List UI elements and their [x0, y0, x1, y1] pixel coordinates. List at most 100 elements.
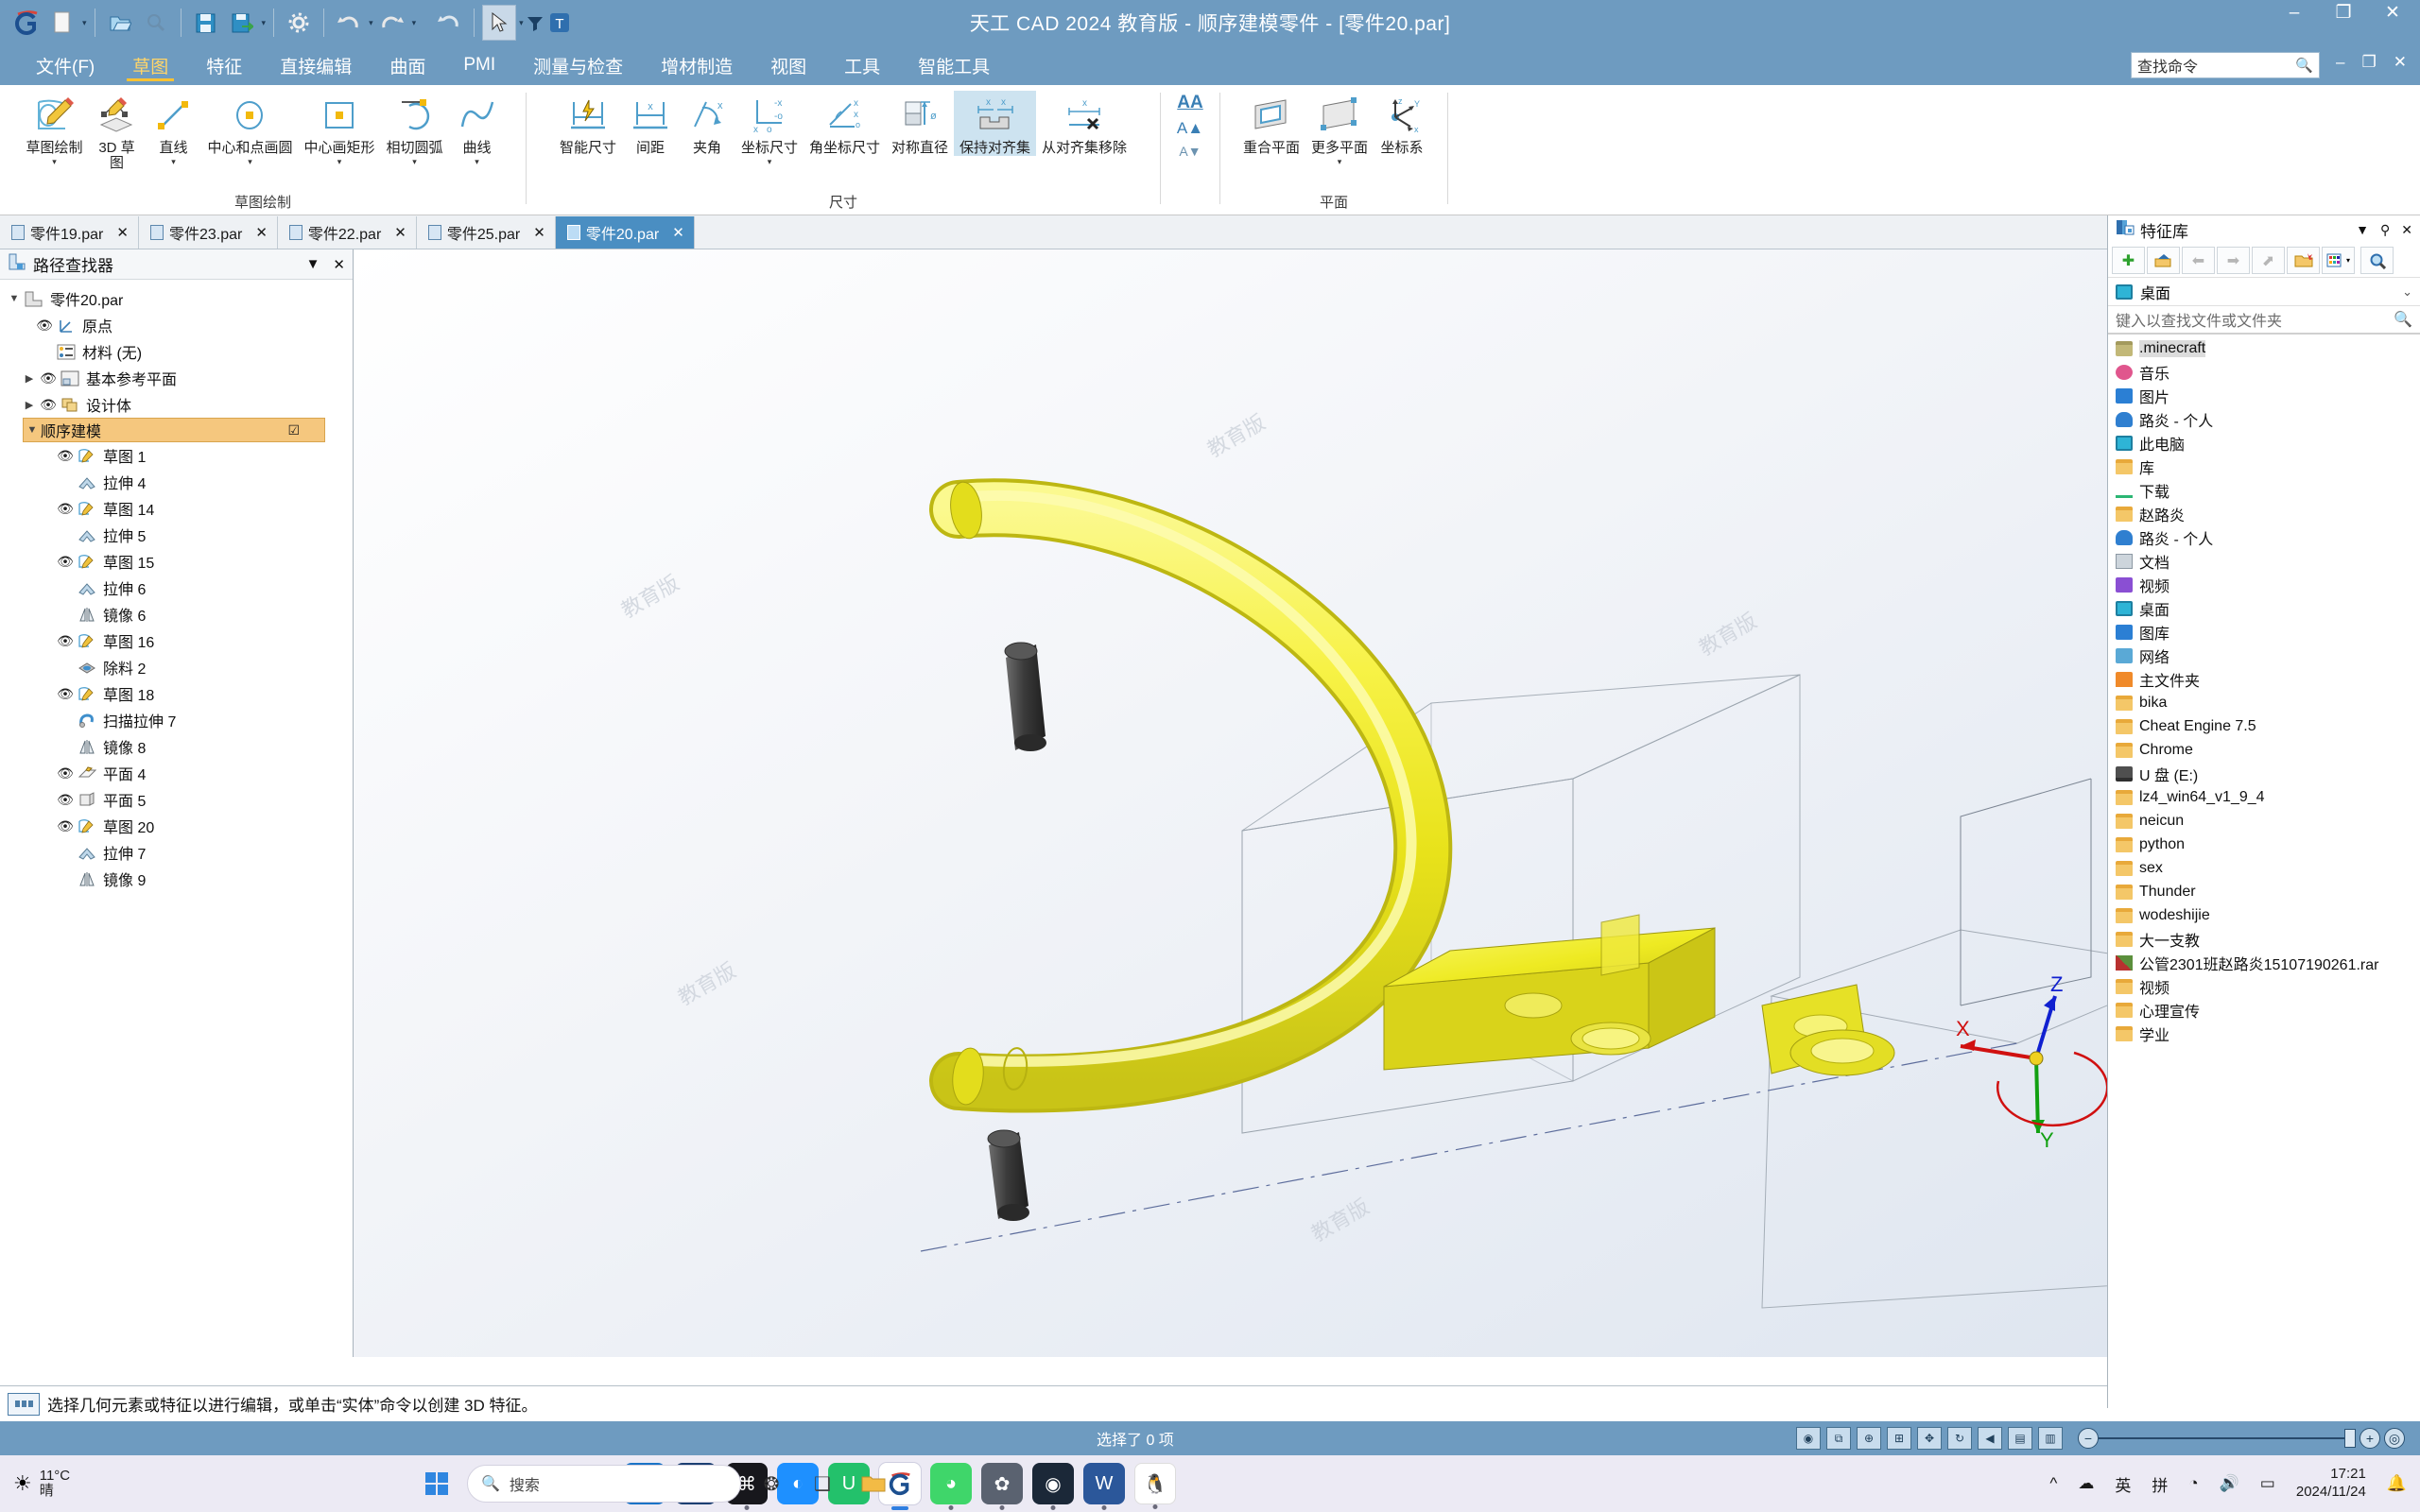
list-item[interactable]: 音乐	[2112, 360, 2420, 384]
select-tool-button[interactable]	[482, 5, 517, 41]
text-tool-button[interactable]: T	[546, 5, 573, 41]
zoom-out-button[interactable]: −	[2078, 1428, 2099, 1449]
tree-node-extrude-6[interactable]: 拉伸 6	[6, 575, 353, 601]
view-options-button[interactable]: ▾	[2322, 247, 2355, 274]
ribbon-button-distance-between[interactable]: x 间距	[622, 91, 679, 156]
undo-button[interactable]	[332, 5, 366, 41]
repeat-button[interactable]	[432, 5, 466, 41]
tree-node-sketch-20[interactable]: 👁 草图 20	[6, 813, 353, 839]
list-item[interactable]: 大一支教	[2112, 927, 2420, 951]
command-search-input[interactable]: 查找命令 🔍	[2131, 52, 2320, 78]
chevron-down-icon[interactable]: ▾	[337, 157, 342, 165]
zoom-handle[interactable]	[2344, 1429, 2356, 1448]
ribbon-button-more-planes[interactable]: 更多平面 ▾	[1305, 91, 1374, 165]
tree-node-plane-5[interactable]: 👁 平面 5	[6, 786, 353, 813]
ribbon-button-angle-between[interactable]: x 夹角	[679, 91, 735, 156]
new-document-button[interactable]	[45, 5, 79, 41]
chevron-down-icon[interactable]: ▾	[171, 157, 176, 165]
view-common-button[interactable]: ◉	[1796, 1427, 1821, 1450]
feature-library-search-input[interactable]: 键入以查找文件或文件夹 🔍	[2108, 306, 2420, 335]
new-document-dropdown-caret[interactable]: ▾	[82, 18, 87, 28]
ribbon-tab-measure-inspect[interactable]: 测量与检查	[514, 47, 642, 83]
list-item[interactable]: 路炎 - 个人	[2112, 525, 2420, 549]
tree-node-plane-4[interactable]: 👁 平面 4	[6, 760, 353, 786]
tree-node-ref-planes[interactable]: ▶ 👁 基本参考平面	[6, 365, 353, 391]
visibility-eye-icon[interactable]: 👁	[55, 765, 76, 782]
chevron-down-icon[interactable]: ▾	[1338, 157, 1342, 165]
ribbon-button-remove-from-alignment-set[interactable]: x 从对齐集移除	[1036, 91, 1132, 156]
task-view-button[interactable]: ❑	[802, 1463, 843, 1504]
ribbon-tab-pmi[interactable]: PMI	[444, 47, 514, 83]
maximize-button[interactable]: ❐	[2329, 2, 2358, 24]
close-icon[interactable]: ✕	[394, 224, 406, 241]
taskbar-clock[interactable]: 17:21 2024/11/24	[2296, 1466, 2366, 1502]
list-item[interactable]: sex	[2112, 856, 2420, 880]
input-method-en-button[interactable]: 英	[2115, 1472, 2131, 1496]
tree-node-part[interactable]: ▼ 零件20.par	[6, 285, 353, 312]
redo-button[interactable]	[375, 5, 409, 41]
zoom-track[interactable]	[2099, 1437, 2344, 1439]
tree-node-sketch-1[interactable]: 👁 草图 1	[6, 442, 353, 469]
wechat-button[interactable]: ◕	[930, 1463, 972, 1510]
list-item[interactable]: U 盘 (E:)	[2112, 762, 2420, 785]
list-item[interactable]: neicun	[2112, 809, 2420, 833]
ribbon-restore-button[interactable]: ❐	[2362, 53, 2377, 72]
save-button[interactable]	[189, 5, 223, 41]
visibility-eye-icon[interactable]: 👁	[55, 501, 76, 517]
zoom-button[interactable]: ⊞	[1887, 1427, 1911, 1450]
ribbon-tab-direct-edit[interactable]: 直接编辑	[261, 47, 371, 83]
list-item[interactable]: 赵路炎	[2112, 502, 2420, 525]
decrease-font-size-button[interactable]: A▼	[1179, 144, 1201, 159]
battery-icon[interactable]: ▭	[2260, 1474, 2275, 1493]
increase-font-size-button[interactable]: A▲	[1177, 119, 1203, 138]
list-item[interactable]: 公管2301班赵路炎15107190261.rar	[2112, 951, 2420, 974]
expander-icon[interactable]: ▶	[21, 399, 38, 411]
feature-library-location[interactable]: 桌面 ⌄	[2108, 278, 2420, 306]
list-item[interactable]: Cheat Engine 7.5	[2112, 714, 2420, 738]
ribbon-tab-smart-tools[interactable]: 智能工具	[899, 47, 1009, 83]
feature-library-file-list[interactable]: .minecraft 音乐 图片 路炎 - 个人 此电脑 库 下载 赵路炎 路炎…	[2108, 335, 2420, 1045]
tree-node-sketch-15[interactable]: 👁 草图 15	[6, 548, 353, 575]
ribbon-button-coordinate-system[interactable]: z Y x 坐标系	[1374, 91, 1430, 156]
list-item[interactable]: 学业	[2112, 1022, 2420, 1045]
list-item[interactable]: 视频	[2112, 974, 2420, 998]
visibility-eye-icon[interactable]: 👁	[55, 818, 76, 834]
chevron-down-icon[interactable]: ▾	[412, 157, 417, 165]
file-explorer-button[interactable]	[853, 1463, 894, 1504]
show-hidden-icons-button[interactable]: ^	[2049, 1474, 2057, 1493]
fit-view-button[interactable]: ⧉	[1826, 1427, 1851, 1450]
text-style-button[interactable]: AA	[1177, 93, 1202, 113]
close-icon[interactable]: ✕	[255, 224, 268, 241]
list-item[interactable]: Chrome	[2112, 738, 2420, 762]
add-location-button[interactable]: ✚	[2112, 247, 2145, 274]
steam-button[interactable]: ◉	[1032, 1463, 1074, 1510]
redo-dropdown-caret[interactable]: ▾	[412, 18, 417, 28]
tree-node-sweep-7[interactable]: 扫描拉伸 7	[6, 707, 353, 733]
ribbon-button-angular-coordinate-dimension[interactable]: x x o 角坐标尺寸	[804, 91, 886, 156]
sections-button[interactable]: ▥	[2038, 1427, 2063, 1450]
chevron-down-icon[interactable]: ▾	[52, 157, 57, 165]
list-item[interactable]: 图片	[2112, 384, 2420, 407]
list-item[interactable]: python	[2112, 833, 2420, 856]
list-item[interactable]: 视频	[2112, 573, 2420, 596]
open-button[interactable]	[103, 5, 137, 41]
document-tab-2[interactable]: 零件22.par ✕	[278, 216, 417, 249]
weather-widget[interactable]: ☀ 11°C 晴	[0, 1468, 236, 1500]
close-icon[interactable]: ✕	[533, 224, 545, 241]
list-item[interactable]: .minecraft	[2112, 336, 2420, 360]
list-item[interactable]: 库	[2112, 455, 2420, 478]
list-item[interactable]: 路炎 - 个人	[2112, 407, 2420, 431]
word-button[interactable]: W	[1083, 1463, 1125, 1510]
visibility-eye-icon[interactable]: 👁	[55, 792, 76, 808]
minimize-button[interactable]: –	[2280, 3, 2308, 24]
visibility-eye-icon[interactable]: 👁	[38, 370, 59, 387]
pin-icon[interactable]: ⚲	[2380, 222, 2390, 238]
ribbon-button-sketch-3d[interactable]: 3D 草图	[88, 91, 145, 171]
home-folder-button[interactable]	[2147, 247, 2180, 274]
tree-node-mirror-9[interactable]: 镜像 9	[6, 866, 353, 892]
list-item[interactable]: bika	[2112, 691, 2420, 714]
handle-tube[interactable]	[929, 478, 1453, 1113]
ribbon-tab-surface[interactable]: 曲面	[371, 47, 444, 83]
input-method-pinyin-button[interactable]: 拼	[2152, 1472, 2168, 1496]
ribbon-button-curve[interactable]: 曲线 ▾	[449, 91, 506, 165]
